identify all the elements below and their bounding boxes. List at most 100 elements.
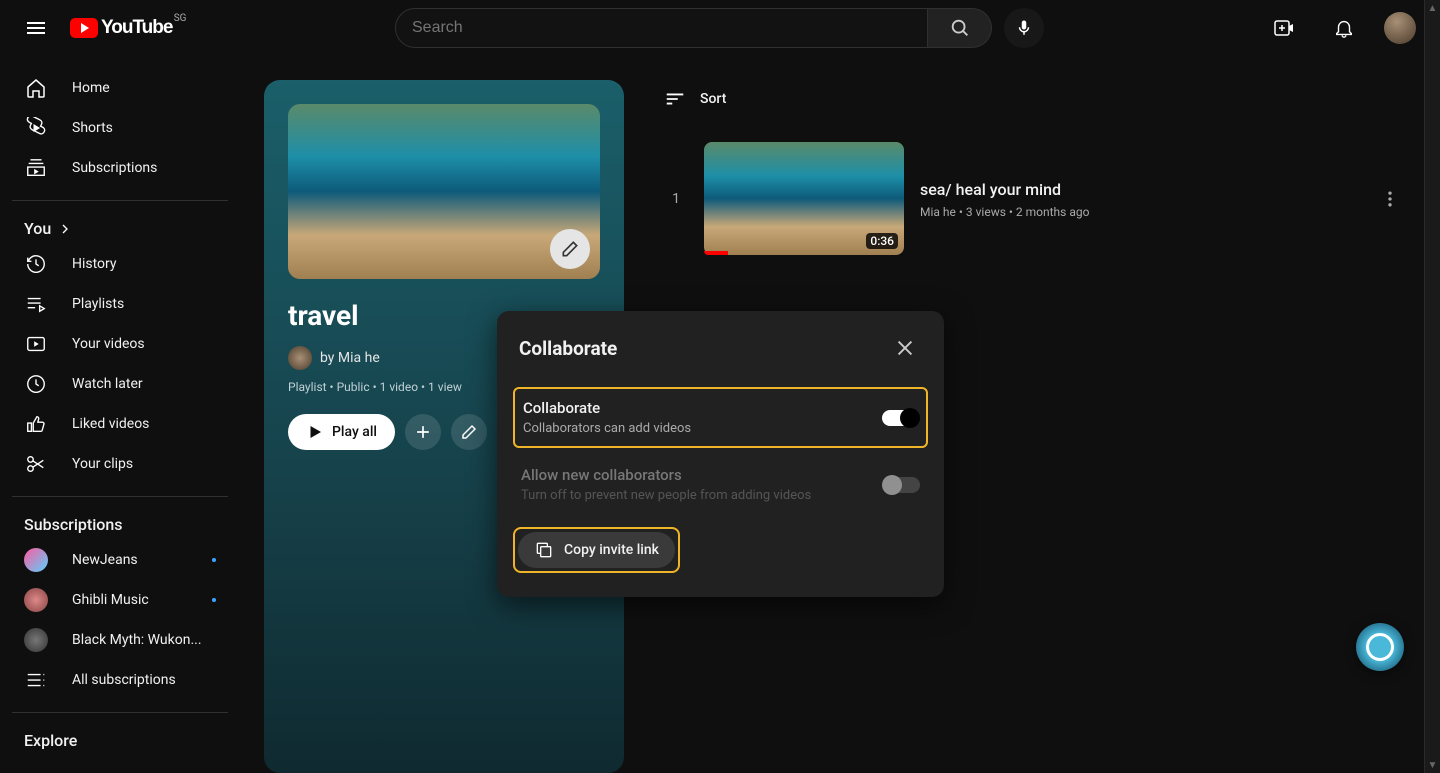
setting-label: Allow new collaborators [521,466,811,484]
youtube-logo-icon [70,18,98,38]
subscriptions-icon [24,156,48,180]
more-vertical-icon [1380,189,1400,209]
sidebar-item-label: All subscriptions [72,672,176,688]
search-box[interactable] [395,8,928,48]
sidebar-item-subscriptions[interactable]: Subscriptions [12,148,228,188]
history-icon [24,252,48,276]
save-playlist-button[interactable] [405,414,441,450]
toggle-knob [882,475,902,495]
allow-new-toggle[interactable] [884,477,920,493]
sidebar-item-label: Watch later [72,376,143,392]
clips-icon [24,452,48,476]
video-more-button[interactable] [1380,189,1420,209]
sidebar-item-watch-later[interactable]: Watch later [12,364,228,404]
home-icon [24,76,48,100]
close-icon [894,337,916,359]
divider [12,496,228,497]
channel-avatar [24,628,48,652]
scrollbar-down-button[interactable]: ▼ [1425,757,1440,773]
allow-new-collaborators-row: Allow new collaborators Turn off to prev… [513,456,928,513]
bell-icon [1333,17,1355,39]
create-button[interactable] [1264,8,1304,48]
dialog-header: Collaborate [497,331,944,379]
sidebar-item-shorts[interactable]: Shorts [12,108,228,148]
watch-later-icon [24,372,48,396]
header-left: YouTube SG [16,8,172,48]
chevron-right-icon [57,221,73,237]
setting-text: Allow new collaborators Turn off to prev… [521,466,811,503]
video-title[interactable]: sea/ heal your mind [920,180,1364,199]
search-button[interactable] [928,8,992,48]
playlists-icon [24,292,48,316]
account-avatar[interactable] [1384,12,1416,44]
header-right [1264,8,1416,48]
playlist-thumbnail[interactable] [288,104,600,279]
video-meta: Mia he • 3 views • 2 months ago [920,205,1364,219]
sidebar-item-your-videos[interactable]: Your videos [12,324,228,364]
youtube-logo[interactable]: YouTube SG [70,17,172,39]
sidebar-sub-newjeans[interactable]: NewJeans [12,540,228,580]
sidebar-item-all-subscriptions[interactable]: All subscriptions [12,660,228,700]
sidebar: Home Shorts Subscriptions You History Pl… [0,56,240,773]
setting-label: Collaborate [523,399,691,417]
sidebar-item-label: Subscriptions [72,160,157,176]
setting-text: Collaborate Collaborators can add videos [523,399,691,436]
dialog-title: Collaborate [519,337,617,360]
sidebar-item-label: History [72,256,117,272]
floating-helper-widget[interactable] [1356,623,1404,671]
collaborate-setting-row: Collaborate Collaborators can add videos [513,387,928,448]
video-index: 1 [664,191,688,207]
sidebar-sub-blackmyth[interactable]: Black Myth: Wukon... [12,620,228,660]
sidebar-item-label: Black Myth: Wukon... [72,632,202,648]
sidebar-item-label: Shorts [72,120,113,136]
page-scrollbar[interactable]: ▲ ▼ [1424,0,1440,773]
setting-description: Turn off to prevent new people from addi… [521,488,811,503]
sidebar-item-playlists[interactable]: Playlists [12,284,228,324]
sidebar-item-label: Your videos [72,336,145,352]
notifications-button[interactable] [1324,8,1364,48]
scrollbar-up-button[interactable]: ▲ [1425,0,1440,16]
dialog-close-button[interactable] [888,331,922,365]
search-input[interactable] [412,19,911,37]
sidebar-item-label: Home [72,80,110,96]
scrollbar-track[interactable] [1425,16,1440,757]
collaborate-dialog: Collaborate Collaborate Collaborators ca… [497,311,944,597]
sidebar-you-header[interactable]: You [12,213,228,244]
divider [12,200,228,201]
channel-avatar [24,588,48,612]
edit-thumbnail-button[interactable] [550,229,590,269]
sidebar-item-home[interactable]: Home [12,68,228,108]
your-videos-icon [24,332,48,356]
create-icon [1272,16,1296,40]
sidebar-item-your-clips[interactable]: Your clips [12,444,228,484]
setting-description: Collaborators can add videos [523,421,691,436]
region-code: SG [174,13,187,24]
sidebar-item-history[interactable]: History [12,244,228,284]
copy-icon [534,540,554,560]
sidebar-sub-ghibli[interactable]: Ghibli Music [12,580,228,620]
play-all-label: Play all [332,424,377,440]
sidebar-subscriptions-title: Subscriptions [12,509,228,540]
copy-invite-button[interactable]: Copy invite link [518,532,675,568]
header-center [395,8,1044,48]
sort-icon [664,88,686,110]
video-info: sea/ heal your mind Mia he • 3 views • 2… [920,178,1364,219]
pencil-icon [460,423,478,441]
sidebar-explore-title: Explore [12,725,228,756]
new-content-dot [212,598,216,602]
sidebar-item-label: NewJeans [72,552,138,568]
guide-menu-button[interactable] [16,8,56,48]
video-thumbnail[interactable]: 0:36 [704,142,904,255]
sort-label: Sort [700,91,726,107]
liked-icon [24,412,48,436]
header: YouTube SG [0,0,1440,56]
collaborate-toggle[interactable] [882,410,918,426]
sidebar-item-liked-videos[interactable]: Liked videos [12,404,228,444]
voice-search-button[interactable] [1004,8,1044,48]
sidebar-item-label: Ghibli Music [72,592,149,608]
video-row[interactable]: 1 0:36 sea/ heal your mind Mia he • 3 vi… [664,134,1420,263]
edit-playlist-button[interactable] [451,414,487,450]
sort-button[interactable]: Sort [664,80,1420,134]
owner-avatar [288,346,312,370]
play-all-button[interactable]: Play all [288,414,395,450]
